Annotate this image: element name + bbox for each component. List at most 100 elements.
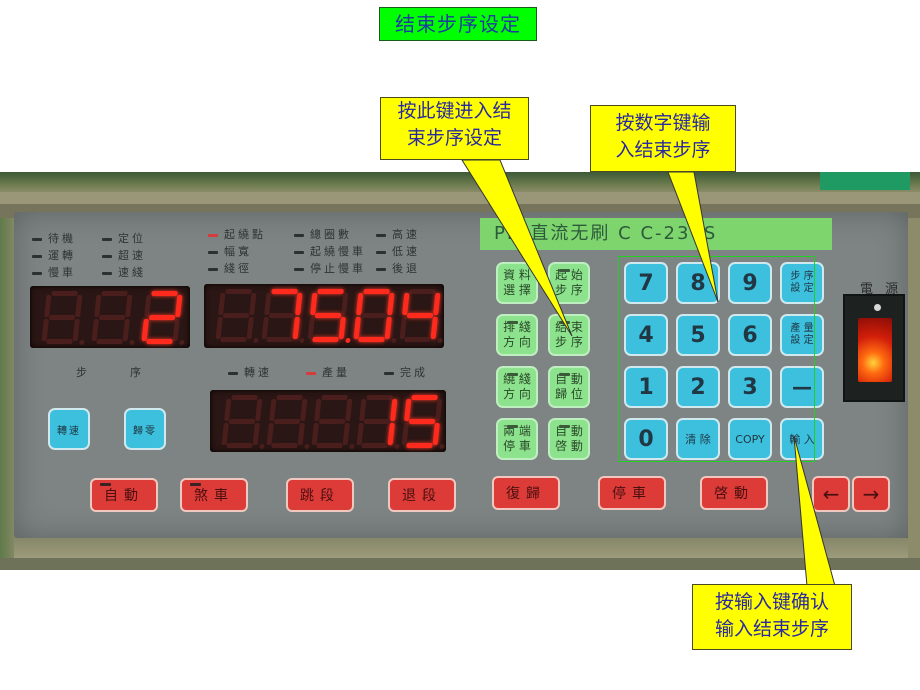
segment-c (432, 423, 440, 445)
indicator-led (376, 250, 386, 254)
indicator-label: 停止慢車 (310, 262, 366, 275)
indicator-led (376, 267, 386, 271)
segment-e (399, 317, 407, 339)
action-button[interactable]: 退段 (388, 478, 456, 512)
segment-c (172, 319, 180, 341)
segment-f (402, 293, 410, 315)
decimal-point (253, 338, 259, 343)
segment-d (361, 443, 388, 448)
seven-segment-digit (354, 395, 400, 449)
function-key[interactable]: 繞 綫方 向 (496, 366, 538, 408)
segment-b (345, 399, 353, 421)
segment-f (94, 295, 102, 317)
segment-e (261, 317, 269, 339)
indicator-led (102, 271, 112, 275)
decimal-point (179, 340, 185, 345)
function-key[interactable]: 排 綫方 向 (496, 314, 538, 356)
speed-button[interactable]: 轉速 (48, 408, 90, 450)
step-display (30, 286, 190, 348)
function-key[interactable]: 結 束步 序 (548, 314, 590, 356)
decimal-point (129, 340, 135, 345)
segment-d (266, 337, 293, 342)
segment-b (255, 399, 263, 421)
segment-e (141, 319, 149, 341)
function-key[interactable]: 兩 端停 車 (496, 418, 538, 460)
segment-e (221, 423, 229, 445)
segment-f (218, 293, 226, 315)
indicator: 運轉 (32, 247, 76, 263)
key-label-bottom: 啓 動 (555, 439, 583, 453)
indicator: 幅寬 (208, 243, 252, 259)
callout-line: 按输入键确认 (714, 591, 829, 613)
indicator-label: 完成 (400, 366, 428, 379)
indicator-led (376, 233, 386, 237)
frame-rail (0, 192, 920, 204)
key-indicator-led (559, 425, 570, 428)
segment-b (175, 295, 183, 317)
segment-a (101, 291, 128, 296)
function-key[interactable]: 資 料選 擇 (496, 262, 538, 304)
indicator-label: 高速 (392, 228, 420, 241)
segment-c (292, 317, 300, 339)
green-component (820, 172, 910, 190)
reset-zero-button[interactable]: 歸零 (124, 408, 166, 450)
action-button[interactable]: 自動 (90, 478, 158, 512)
segment-c (430, 317, 438, 339)
function-key[interactable]: 自 動歸 位 (548, 366, 590, 408)
button-indicator-led (100, 483, 111, 486)
arrow-left-button[interactable]: ← (812, 476, 850, 512)
action-button[interactable]: 跳段 (286, 478, 354, 512)
indicator: 高速 (376, 226, 420, 242)
segment-c (122, 319, 130, 341)
action-button[interactable]: 復歸 (492, 476, 560, 510)
function-key[interactable]: 自 動啓 動 (548, 418, 590, 460)
segment-a (51, 291, 78, 296)
segment-f (359, 399, 367, 421)
seven-segment-digit (219, 395, 265, 449)
segment-b (295, 293, 303, 315)
power-switch[interactable] (843, 294, 905, 402)
segment-g (406, 313, 434, 318)
action-button[interactable]: 啓動 (700, 476, 768, 510)
indicator-led (32, 237, 42, 241)
segment-c (342, 423, 350, 445)
indicator-led (208, 233, 218, 237)
key-indicator-led (507, 321, 518, 324)
segment-a (366, 395, 393, 400)
slide-title: 结束步序设定 (379, 7, 537, 41)
action-button-label: 啓動 (714, 486, 754, 502)
indicator: 超速 (102, 247, 146, 263)
key-label-bottom: 選 擇 (503, 283, 531, 297)
segment-a (231, 395, 258, 400)
action-button-label: 跳段 (300, 488, 340, 504)
indicator-label: 後退 (392, 262, 420, 275)
indicator: 慢車 (32, 264, 76, 280)
action-button[interactable]: 停車 (598, 476, 666, 510)
segment-g (228, 419, 256, 424)
indicator: 待機 (32, 230, 76, 246)
callout-line: 按数字键输 (615, 112, 711, 134)
segment-c (252, 423, 260, 445)
indicator-led (228, 371, 238, 375)
segment-a (409, 289, 436, 294)
indicator-led (294, 233, 304, 237)
action-button[interactable]: 煞車 (180, 478, 248, 512)
panel-shadow (0, 558, 920, 570)
indicator-label: 轉速 (244, 366, 272, 379)
key-label-bottom: 方 向 (503, 335, 531, 349)
indicator-led (32, 254, 42, 258)
indicator-led (294, 267, 304, 271)
indicator: 低速 (376, 243, 420, 259)
segment-f (314, 399, 322, 421)
arrow-right-button[interactable]: → (852, 476, 890, 512)
indicator-label: 低速 (392, 245, 420, 258)
key-label-bottom: 步 序 (555, 283, 583, 297)
indicator-label: 超速 (118, 249, 146, 262)
segment-g (98, 315, 126, 320)
segment-e (266, 423, 274, 445)
indicator-label: 起繞點 (224, 228, 266, 241)
segment-a (363, 289, 390, 294)
function-key[interactable]: 起 始步 序 (548, 262, 590, 304)
frame-right (908, 218, 920, 570)
segment-f (224, 399, 232, 421)
